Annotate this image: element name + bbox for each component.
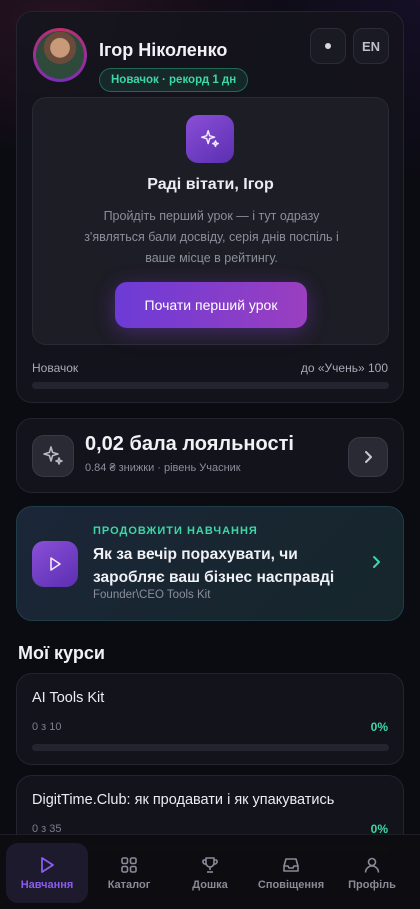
nav-label: Навчання — [20, 878, 74, 891]
trophy-icon — [202, 856, 218, 873]
course-percent: 0% — [370, 720, 388, 734]
chevron-right-icon[interactable] — [348, 437, 388, 477]
nav-label: Профіль — [348, 878, 396, 891]
user-name: Ігор Ніколенко — [99, 40, 228, 60]
nav-item-learning[interactable]: Навчання — [6, 843, 88, 903]
level-current: Новачок — [32, 361, 79, 375]
my-courses-title: Мої курси — [18, 643, 105, 663]
welcome-panel: Раді вітати, Ігор Пройдіть перший урок —… — [32, 97, 389, 345]
avatar[interactable] — [33, 28, 87, 82]
theme-toggle-button[interactable] — [310, 28, 346, 64]
nav-item-profile[interactable]: Профіль — [331, 843, 413, 903]
course-card[interactable]: AI Tools Kit 0 з 10 0% — [16, 673, 404, 765]
nav-label: Каталог — [107, 878, 151, 891]
continue-label: ПРОДОВЖИТИ НАВЧАННЯ — [93, 525, 258, 537]
play-icon — [32, 541, 78, 587]
nav-item-notifications[interactable]: Сповіщення — [250, 843, 332, 903]
continue-lesson-title: Як за вечір порахувати, чи заробляє ваш … — [93, 546, 335, 586]
course-progress-bar — [32, 744, 389, 751]
play-icon — [41, 856, 54, 873]
nav-label: Сповіщення — [257, 878, 325, 891]
nav-label: Дошка — [192, 878, 228, 891]
course-name: DigitTime.Club: як продавати і як упакув… — [32, 792, 335, 808]
continue-learning-card[interactable]: ПРОДОВЖИТИ НАВЧАННЯ Як за вечір порахува… — [16, 506, 404, 621]
loyalty-subtitle: 0.84 ₴ знижки · рівень Учасник — [85, 462, 241, 474]
course-lesson-count: 0 з 10 — [32, 721, 62, 733]
continue-course-name: Founder\CEO Tools Kit — [93, 589, 211, 601]
level-next: до «Учень» 100 — [300, 361, 388, 375]
welcome-text: Пройдіть перший урок — і тут одразу з'яв… — [84, 209, 339, 265]
rank-badge: Новачок · рекорд 1 дн — [99, 68, 249, 92]
profile-card: Ігор Ніколенко Новачок · рекорд 1 дн EN … — [16, 11, 404, 403]
sparkle-icon — [32, 435, 74, 477]
welcome-title: Раді вітати, Ігор — [147, 176, 274, 193]
level-progress-bar — [32, 382, 389, 389]
user-icon — [364, 857, 380, 873]
loyalty-card[interactable]: 0,02 бала лояльності 0.84 ₴ знижки · рів… — [16, 418, 404, 493]
start-first-lesson-button[interactable]: Почати перший урок — [115, 282, 307, 328]
loyalty-title: 0,02 бала лояльності — [85, 433, 294, 455]
nav-item-catalog[interactable]: Каталог — [88, 843, 170, 903]
sparkle-icon — [186, 115, 234, 163]
course-name: AI Tools Kit — [32, 690, 105, 706]
grid-icon — [121, 856, 137, 873]
inbox-icon — [283, 857, 299, 872]
language-button[interactable]: EN — [353, 28, 389, 64]
nav-item-board[interactable]: Дошка — [169, 843, 251, 903]
chevron-right-icon — [371, 555, 383, 574]
dot-icon — [325, 43, 331, 49]
bottom-navigation: Навчання Каталог Дошка Сповіщення Профіл… — [0, 834, 420, 909]
